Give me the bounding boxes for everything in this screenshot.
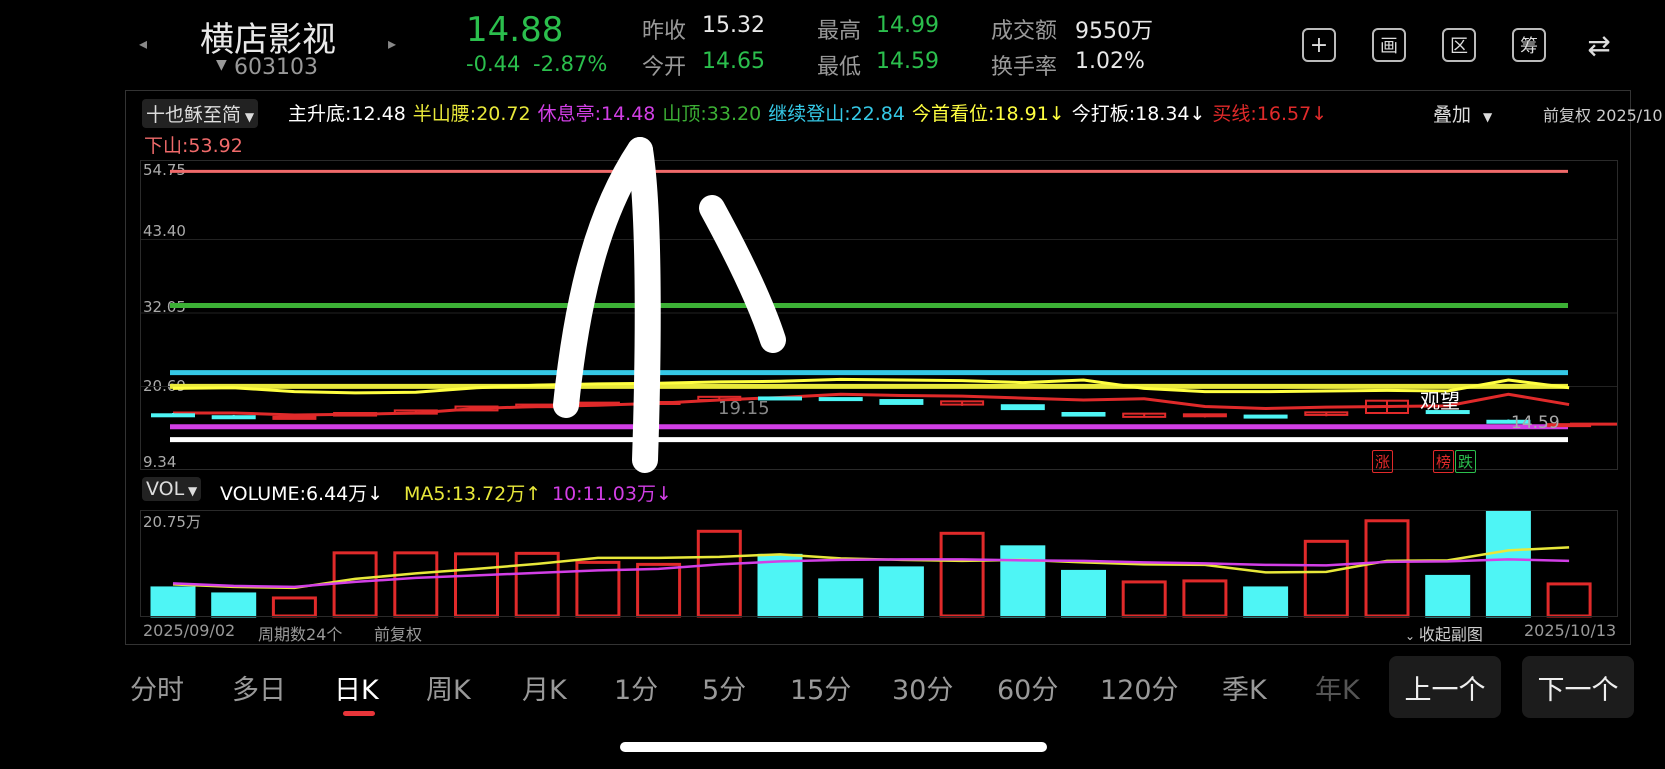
tab-season-k[interactable]: 季K	[1222, 668, 1267, 707]
volume-ma5: MA5:13.72万↑	[404, 483, 542, 505]
tab-duori[interactable]: 多日	[232, 668, 286, 707]
volume-ma10: 10:11.03万↓	[552, 483, 672, 505]
tab-month-k[interactable]: 月K	[522, 668, 567, 707]
price-chart-svg	[141, 137, 1617, 618]
tag-list: 榜	[1433, 450, 1455, 473]
candle-body	[151, 413, 195, 418]
candle-body	[575, 401, 620, 406]
buy-line	[173, 392, 1570, 417]
handwritten-stroke	[627, 137, 661, 473]
tab-day-k[interactable]: 日K	[334, 668, 379, 707]
chevron-down-icon: ⌄	[1405, 629, 1419, 643]
volume-selector-label: VOL	[146, 478, 185, 500]
candle-body	[879, 399, 924, 405]
caret-down-icon: ▼	[184, 484, 198, 498]
candle-body	[1061, 411, 1106, 417]
prev-button[interactable]: 上一个	[1389, 656, 1501, 718]
tab-5min[interactable]: 5分	[702, 668, 746, 707]
candle-body	[818, 397, 863, 402]
candle-body	[1000, 404, 1045, 411]
tab-60min[interactable]: 60分	[997, 668, 1058, 707]
adjust-mode: 前复权	[374, 625, 423, 644]
volume-axis-label: 20.75万	[143, 513, 201, 531]
tab-15min[interactable]: 15分	[790, 668, 851, 707]
candle-body	[211, 415, 256, 420]
volume-selector[interactable]: VOL ▼	[142, 477, 202, 501]
mid-price-marker: 19.15	[718, 398, 770, 419]
tab-30min[interactable]: 30分	[892, 668, 953, 707]
home-indicator	[620, 742, 1047, 752]
tab-week-k[interactable]: 周K	[426, 668, 471, 707]
collapse-subchart-button[interactable]: ⌄ 收起副图	[1405, 621, 1483, 645]
last-price-marker: 14.59	[1511, 413, 1560, 433]
watch-label: 观望	[1420, 389, 1460, 413]
tab-year-k[interactable]: 年K	[1315, 668, 1360, 707]
volume-value: VOLUME:6.44万↓	[220, 483, 384, 505]
volume-plot-area[interactable]	[140, 510, 1618, 617]
tab-fenshi[interactable]: 分时	[130, 668, 184, 707]
tab-120min[interactable]: 120分	[1100, 668, 1179, 707]
handwritten-stroke	[553, 137, 653, 418]
collapse-label: 收起副图	[1418, 625, 1483, 644]
next-button[interactable]: 下一个	[1522, 656, 1634, 718]
candle-body	[1182, 413, 1227, 418]
tag-up: 涨	[1372, 450, 1394, 473]
handwritten-stroke	[699, 195, 786, 353]
period-count: 周期数24个	[258, 625, 343, 644]
active-tab-indicator	[343, 711, 375, 716]
start-date: 2025/09/02	[143, 621, 236, 640]
tab-1min[interactable]: 1分	[614, 668, 658, 707]
tag-down: 跌	[1455, 450, 1477, 473]
candle-body	[1243, 414, 1288, 419]
end-date: 2025/10/13	[1524, 621, 1617, 640]
candle-body	[272, 415, 317, 420]
